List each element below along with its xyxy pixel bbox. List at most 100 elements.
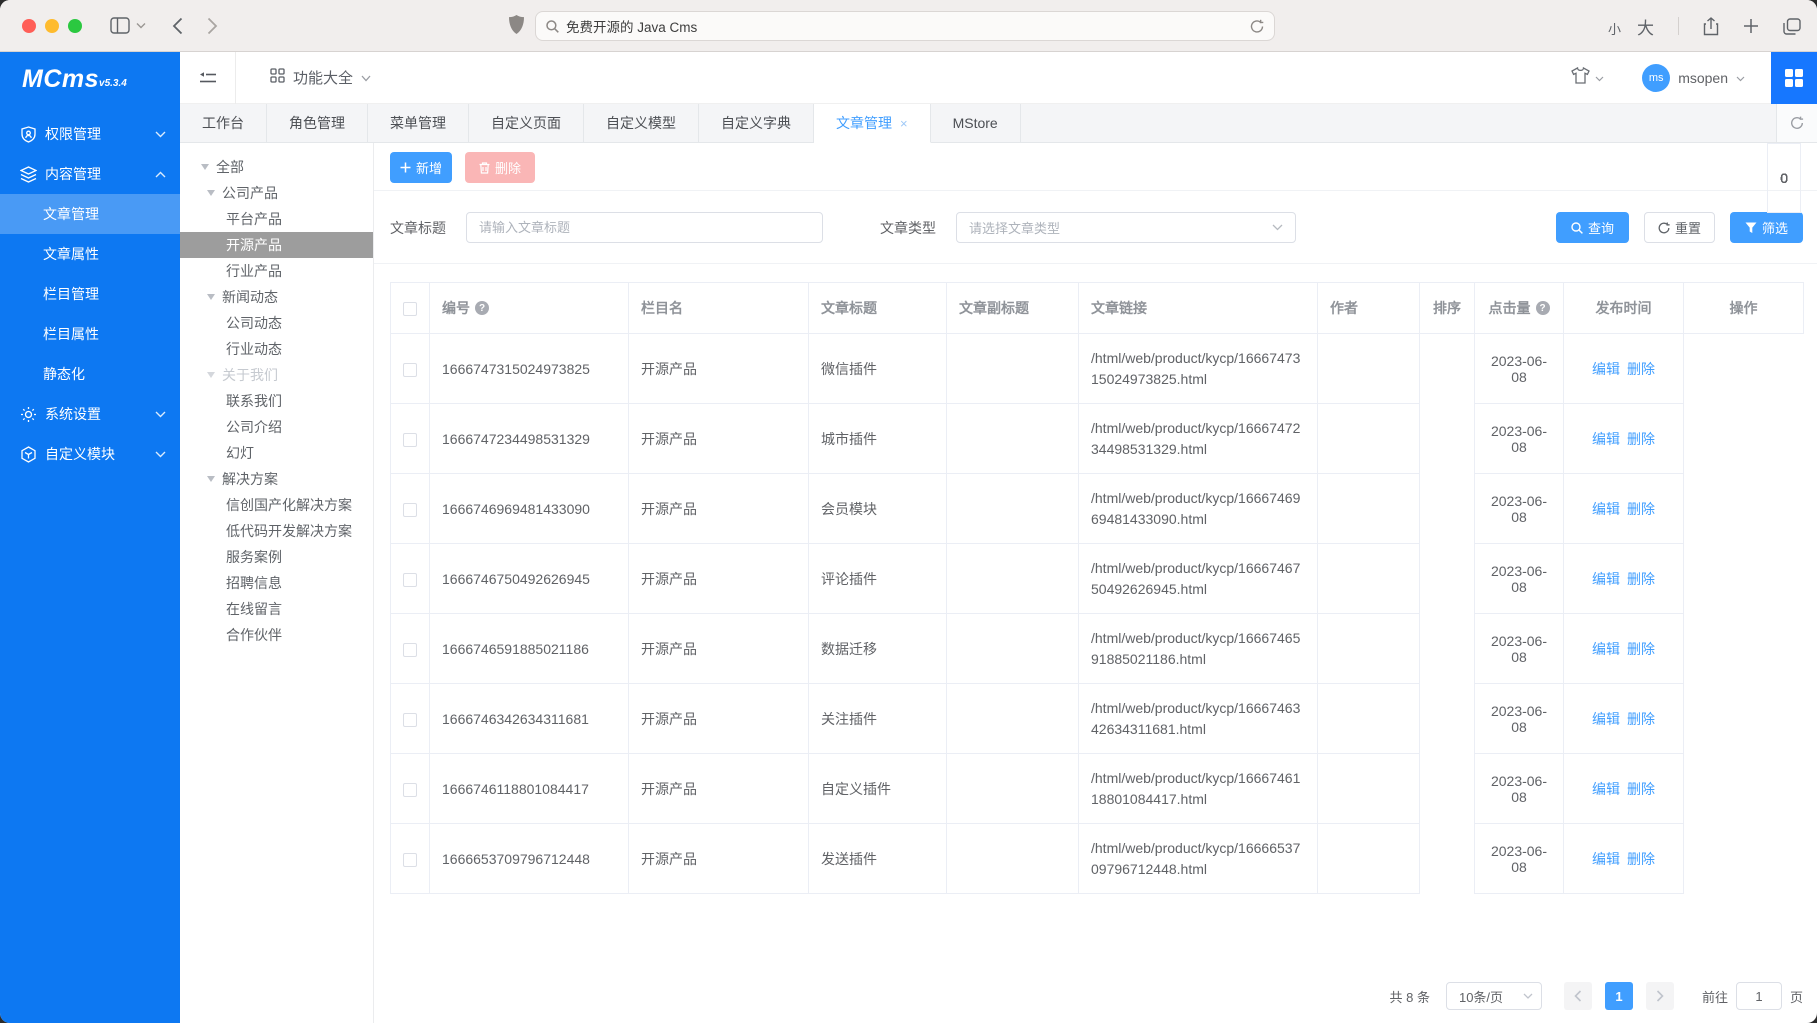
tab-mstore[interactable]: MStore: [931, 104, 1021, 142]
sidebar-item-static-generation[interactable]: 静态化: [0, 354, 180, 394]
tree-item-recruitment[interactable]: 招聘信息: [180, 570, 373, 596]
tree-item-about-us[interactable]: 关于我们: [180, 362, 373, 388]
refresh-tab-icon[interactable]: [1776, 104, 1817, 142]
delete-link[interactable]: 删除: [1627, 709, 1655, 729]
collapse-sidebar-icon[interactable]: [180, 52, 236, 104]
text-larger-button[interactable]: 大: [1637, 14, 1654, 39]
type-filter-select[interactable]: 请选择文章类型: [956, 212, 1296, 243]
tree-item-slideshow[interactable]: 幻灯: [180, 440, 373, 466]
row-checkbox[interactable]: [403, 573, 417, 587]
delete-link[interactable]: 删除: [1627, 359, 1655, 379]
tree-item-industry-news[interactable]: 行业动态: [180, 336, 373, 362]
tab-custom-page[interactable]: 自定义页面: [469, 104, 584, 142]
tab-role-management[interactable]: 角色管理: [267, 104, 368, 142]
delete-link[interactable]: 删除: [1627, 429, 1655, 449]
app-launcher-button[interactable]: [1771, 52, 1817, 104]
edit-link[interactable]: 编辑: [1592, 429, 1620, 449]
tree-item-partners[interactable]: 合作伙伴: [180, 622, 373, 648]
tree-item-company-news[interactable]: 公司动态: [180, 310, 373, 336]
caret-down-icon[interactable]: [207, 372, 215, 378]
row-checkbox[interactable]: [403, 713, 417, 727]
edit-link[interactable]: 编辑: [1592, 359, 1620, 379]
caret-down-icon[interactable]: [201, 164, 209, 170]
row-checkbox[interactable]: [403, 363, 417, 377]
tree-item-open-source-products[interactable]: 开源产品: [180, 232, 373, 258]
row-checkbox[interactable]: [403, 503, 417, 517]
delete-link[interactable]: 删除: [1627, 779, 1655, 799]
privacy-shield-icon[interactable]: [509, 15, 524, 39]
sidebar-toggle-icon[interactable]: [110, 17, 130, 34]
delete-link[interactable]: 删除: [1627, 499, 1655, 519]
prev-page-button[interactable]: [1564, 982, 1592, 1010]
edit-link[interactable]: 编辑: [1592, 639, 1620, 659]
search-button[interactable]: 查询: [1556, 212, 1629, 243]
tab-custom-model[interactable]: 自定义模型: [584, 104, 699, 142]
sidebar-item-content[interactable]: 内容管理: [0, 154, 180, 194]
tree-item-solutions[interactable]: 解决方案: [180, 466, 373, 492]
row-checkbox[interactable]: [403, 433, 417, 447]
delete-link[interactable]: 删除: [1627, 849, 1655, 869]
back-icon[interactable]: [172, 17, 183, 35]
sidebar-item-custom-modules[interactable]: 自定义模块: [0, 434, 180, 474]
sidebar-item-category-management[interactable]: 栏目管理: [0, 274, 180, 314]
new-tab-icon[interactable]: [1743, 18, 1759, 34]
page-number-button[interactable]: 1: [1605, 982, 1633, 1010]
help-icon[interactable]: ?: [1536, 301, 1550, 315]
next-page-button[interactable]: [1646, 982, 1674, 1010]
delete-button[interactable]: 删除: [465, 152, 535, 183]
row-checkbox[interactable]: [403, 643, 417, 657]
edit-link[interactable]: 编辑: [1592, 779, 1620, 799]
theme-switcher[interactable]: [1571, 67, 1604, 89]
tree-item-service-cases[interactable]: 服务案例: [180, 544, 373, 570]
row-checkbox[interactable]: [403, 853, 417, 867]
user-menu[interactable]: ms msopen: [1642, 64, 1745, 92]
reload-icon[interactable]: [1250, 19, 1264, 34]
add-button[interactable]: 新增: [390, 152, 452, 183]
tree-item-lowcode-solution[interactable]: 低代码开发解决方案: [180, 518, 373, 544]
delete-link[interactable]: 删除: [1627, 639, 1655, 659]
sidebar-item-article-attributes[interactable]: 文章属性: [0, 234, 180, 274]
tab-workbench[interactable]: 工作台: [180, 104, 267, 142]
tree-item-contact-us[interactable]: 联系我们: [180, 388, 373, 414]
edit-link[interactable]: 编辑: [1592, 709, 1620, 729]
tree-item-company-products[interactable]: 公司产品: [180, 180, 373, 206]
sidebar-item-article-management[interactable]: 文章管理: [0, 194, 180, 234]
select-all-checkbox[interactable]: [403, 302, 417, 316]
tree-item-news[interactable]: 新闻动态: [180, 284, 373, 310]
page-size-select[interactable]: 10条/页: [1446, 982, 1542, 1010]
close-tab-icon[interactable]: ×: [900, 116, 908, 131]
help-icon[interactable]: ?: [475, 301, 489, 315]
tab-article-management[interactable]: 文章管理 ×: [814, 104, 931, 143]
filter-button[interactable]: 筛选: [1730, 212, 1803, 243]
tree-item-platform-products[interactable]: 平台产品: [180, 206, 373, 232]
edit-link[interactable]: 编辑: [1592, 569, 1620, 589]
caret-down-icon[interactable]: [207, 294, 215, 300]
edit-link[interactable]: 编辑: [1592, 849, 1620, 869]
sidebar-item-system-settings[interactable]: 系统设置: [0, 394, 180, 434]
tab-custom-dictionary[interactable]: 自定义字典: [699, 104, 814, 142]
sidebar-item-category-attributes[interactable]: 栏目属性: [0, 314, 180, 354]
tree-item-xinchuang-solution[interactable]: 信创国产化解决方案: [180, 492, 373, 518]
caret-down-icon[interactable]: [207, 476, 215, 482]
goto-page-input[interactable]: [1736, 982, 1782, 1010]
text-smaller-button[interactable]: 小: [1608, 19, 1621, 38]
tab-overview-icon[interactable]: [1783, 18, 1801, 35]
tab-menu-management[interactable]: 菜单管理: [368, 104, 469, 142]
title-filter-input[interactable]: [466, 212, 823, 243]
sidebar-item-permissions[interactable]: 权限管理: [0, 114, 180, 154]
forward-icon[interactable]: [207, 17, 218, 35]
zoom-window-button[interactable]: [68, 19, 82, 33]
caret-down-icon[interactable]: [207, 190, 215, 196]
address-bar[interactable]: 免费开源的 Java Cms: [535, 11, 1275, 41]
tree-item-all[interactable]: 全部: [180, 154, 373, 180]
minimize-window-button[interactable]: [45, 19, 59, 33]
tree-item-company-profile[interactable]: 公司介绍: [180, 414, 373, 440]
close-window-button[interactable]: [22, 19, 36, 33]
share-icon[interactable]: [1703, 17, 1719, 36]
delete-link[interactable]: 删除: [1627, 569, 1655, 589]
edit-link[interactable]: 编辑: [1592, 499, 1620, 519]
chevron-down-icon[interactable]: [136, 22, 146, 29]
tree-item-industry-products[interactable]: 行业产品: [180, 258, 373, 284]
row-checkbox[interactable]: [403, 783, 417, 797]
reset-button[interactable]: 重置: [1644, 212, 1715, 243]
